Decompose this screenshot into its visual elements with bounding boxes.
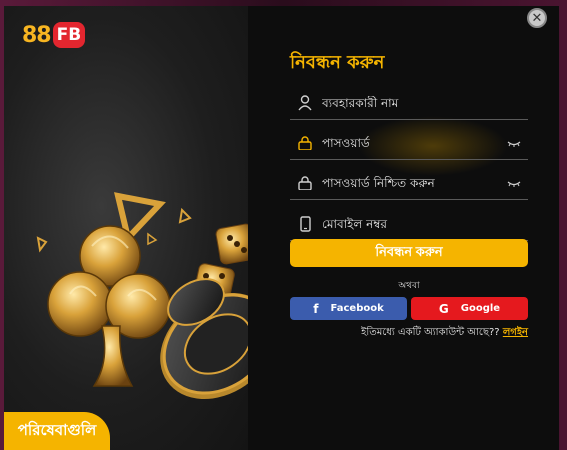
confirm-password-input[interactable] — [322, 175, 506, 190]
mobile-input[interactable] — [322, 216, 528, 231]
promo-panel: 88 FB পরিষেবাগুলি — [4, 6, 248, 450]
mobile-field[interactable] — [290, 207, 528, 241]
services-tab-label: পরিষেবাগুলি — [17, 420, 97, 439]
user-icon — [296, 94, 314, 112]
eye-closed-icon[interactable] — [506, 137, 522, 149]
username-input[interactable] — [322, 95, 528, 110]
password-input[interactable] — [322, 135, 506, 150]
logo-letters: FB — [52, 22, 86, 48]
login-link[interactable]: লগইন — [503, 327, 528, 338]
logo-number: 88 — [22, 22, 52, 48]
google-icon: G — [438, 301, 449, 316]
form-panel: নিবন্ধন করুন নিবন — [248, 6, 559, 450]
form-title: নিবন্ধন করুন — [290, 52, 385, 73]
phone-icon — [296, 215, 314, 233]
lock-icon — [296, 174, 314, 192]
facebook-label: Facebook — [330, 303, 384, 314]
gold-triangle-small — [178, 207, 192, 224]
username-field[interactable] — [290, 86, 528, 120]
services-tab[interactable]: পরিষেবাগুলি — [4, 412, 110, 450]
gold-triangle-small-3 — [147, 232, 158, 246]
golden-club — [47, 225, 171, 387]
google-label: Google — [460, 303, 501, 314]
close-icon[interactable]: ✕ — [527, 8, 547, 28]
have-account-text: ইতিমধ্যে একটি অ্যাকাউন্ট আছে?? — [361, 327, 500, 338]
brand-logo: 88 FB — [22, 20, 86, 50]
google-login-button[interactable]: G Google — [411, 297, 528, 320]
password-field[interactable] — [290, 126, 528, 160]
golden-dice-1 — [215, 223, 248, 265]
confirm-password-field[interactable] — [290, 166, 528, 200]
eye-closed-icon[interactable] — [506, 177, 522, 189]
lock-icon — [296, 134, 314, 152]
login-prompt: ইতিমধ্যে একটি অ্যাকাউন্ট আছে?? লগইন — [290, 325, 528, 342]
or-divider-text: অথবা — [398, 281, 420, 291]
casino-artwork — [36, 192, 248, 400]
gold-triangle-small-2 — [36, 236, 48, 253]
facebook-icon: f — [313, 301, 319, 316]
facebook-login-button[interactable]: f Facebook — [290, 297, 407, 320]
register-button[interactable]: নিবন্ধন করুন — [290, 239, 528, 267]
registration-modal: 88 FB পরিষেবাগুলি নিবন্ধন করুন ব্যবহারকা… — [4, 6, 559, 450]
